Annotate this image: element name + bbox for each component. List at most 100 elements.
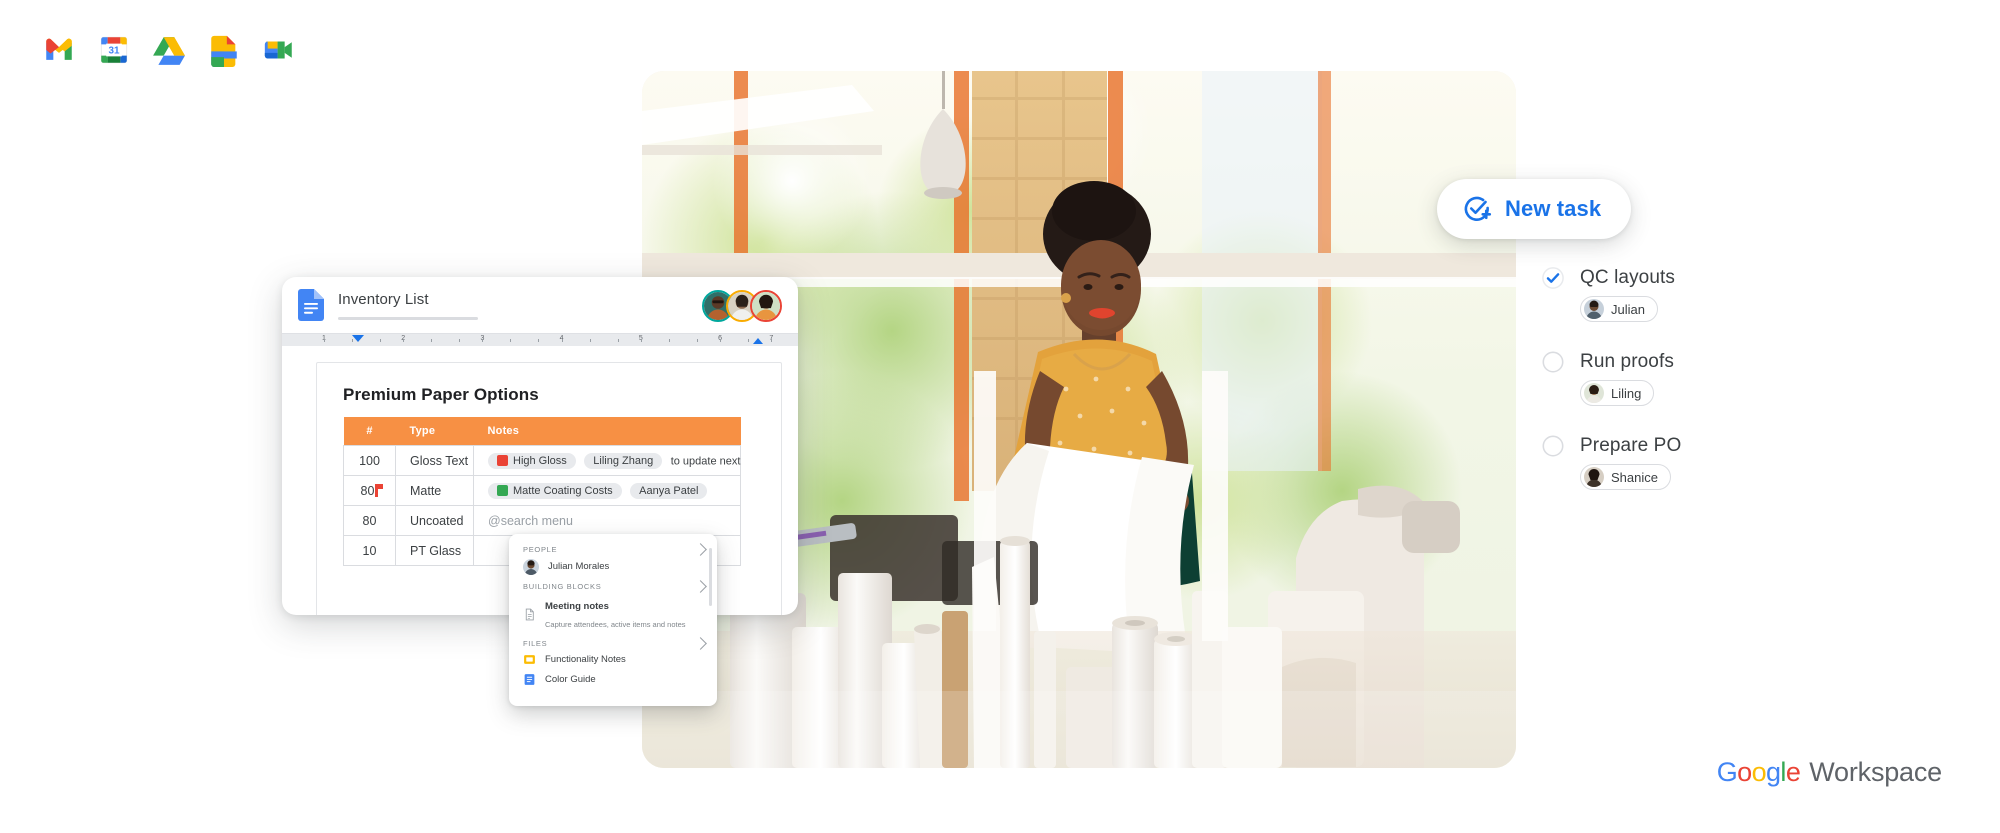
menu-item-file-color-guide[interactable]: Color Guide: [509, 670, 717, 690]
task-row[interactable]: Prepare PO: [1542, 435, 1872, 457]
menu-item-label: Functionality Notes: [545, 653, 626, 665]
logo-letter-o1: o: [1737, 757, 1752, 787]
google-docs-file-icon: [298, 289, 324, 321]
task-title: Prepare PO: [1580, 435, 1682, 456]
google-drive-icon[interactable]: [152, 33, 186, 67]
at-mention-menu[interactable]: PEOPLE Julian Morales BUILDING BLOCKS Me…: [509, 534, 717, 706]
first-line-indent-marker[interactable]: [351, 335, 364, 342]
menu-section-building-blocks[interactable]: BUILDING BLOCKS: [509, 579, 717, 593]
cell-type[interactable]: Gloss Text: [395, 445, 474, 476]
cell-num[interactable]: 100: [343, 445, 396, 476]
avatar-photo: [1584, 299, 1604, 319]
workspace-wordmark: Workspace: [1809, 757, 1942, 787]
smart-chip-person[interactable]: Liling Zhang: [584, 452, 663, 469]
cell-num[interactable]: 80: [343, 475, 396, 506]
cell-notes[interactable]: @search menu: [473, 505, 741, 536]
cell-type[interactable]: Uncoated: [395, 505, 474, 536]
section-label: PEOPLE: [523, 545, 558, 554]
smart-chip-file[interactable]: High Gloss: [488, 452, 576, 469]
table-row[interactable]: 80 Matte Matte Coating Costs Aanya Patel: [343, 475, 741, 506]
chevron-right-icon[interactable]: [694, 637, 707, 650]
cell-num[interactable]: 80: [343, 505, 396, 536]
task-list[interactable]: QC layouts Julian Run proofs Liling Prep…: [1542, 267, 1872, 519]
logo-letter-o2: o: [1751, 757, 1767, 787]
task-title: QC layouts: [1580, 267, 1675, 288]
assignee-name: Julian: [1611, 301, 1645, 317]
new-task-button[interactable]: New task: [1437, 179, 1632, 239]
logo-letter-g2: g: [1765, 757, 1781, 787]
assignee-name: Shanice: [1611, 469, 1658, 485]
google-slides-icon[interactable]: [207, 33, 241, 67]
assignee-name: Liling: [1611, 385, 1642, 401]
chip-label: Matte Coating Costs: [513, 484, 613, 497]
menu-section-files[interactable]: FILES: [509, 636, 717, 650]
gmail-icon[interactable]: [42, 33, 76, 67]
menu-item-file-functionality-notes[interactable]: Functionality Notes: [509, 650, 717, 670]
cell-num[interactable]: 10: [343, 535, 396, 566]
cell-notes[interactable]: High Gloss Liling Zhang to update next: [473, 445, 741, 476]
cell-num-value: 80: [360, 483, 375, 498]
collaborator-cursor-flag: [375, 483, 384, 497]
task-row[interactable]: QC layouts: [1542, 267, 1872, 289]
chip-label: High Gloss: [513, 454, 567, 467]
menu-section-people[interactable]: PEOPLE: [509, 542, 717, 556]
task-item-qc-layouts[interactable]: QC layouts Julian: [1542, 267, 1872, 324]
task-row[interactable]: Run proofs: [1542, 351, 1872, 373]
task-assignee-chip[interactable]: Shanice: [1580, 464, 1671, 490]
logo-letter-g1: G: [1716, 757, 1738, 787]
docs-file-icon: [524, 674, 535, 685]
google-wordmark: Google: [1717, 757, 1801, 788]
table-row[interactable]: 100 Gloss Text High Gloss Liling Zhang t…: [343, 445, 741, 476]
menu-item-person[interactable]: Julian Morales: [509, 556, 717, 579]
screenshot-canvas: 31 Inventory List Premium Paper Options …: [0, 0, 2000, 833]
avatar-photo: [1584, 383, 1604, 403]
task-assignee-chip[interactable]: Liling: [1580, 380, 1655, 406]
docs-menubar-placeholder: [338, 316, 478, 320]
collaborator-avatars[interactable]: [702, 290, 782, 322]
col-header-notes: Notes: [473, 417, 741, 446]
right-indent-marker[interactable]: [752, 338, 763, 344]
svg-text:31: 31: [108, 46, 120, 57]
chip-label: Liling Zhang: [593, 454, 654, 467]
google-calendar-icon[interactable]: 31: [97, 33, 131, 67]
menu-item-meeting-notes[interactable]: Meeting notes Capture attendees, active …: [509, 593, 717, 636]
add-task-icon: [1464, 196, 1492, 221]
smart-chip-person[interactable]: Aanya Patel: [630, 482, 708, 499]
slides-file-icon: [524, 655, 535, 664]
document-outline-icon: [525, 608, 534, 620]
checkbox-unchecked-icon[interactable]: [1542, 351, 1564, 373]
smart-chip-file[interactable]: Matte Coating Costs: [488, 482, 622, 499]
document-heading: Premium Paper Options: [343, 385, 539, 404]
checkbox-checked-icon[interactable]: [1542, 267, 1564, 289]
assignee-avatar: [1584, 383, 1604, 403]
checkbox-unchecked-icon[interactable]: [1542, 435, 1564, 457]
cell-notes[interactable]: Matte Coating Costs Aanya Patel: [473, 475, 741, 506]
section-label: BUILDING BLOCKS: [523, 582, 602, 591]
section-label: FILES: [523, 639, 548, 648]
cell-type[interactable]: PT Glass: [395, 535, 474, 566]
ruler-ticks: 1 2 3 4 5 6 7: [310, 334, 776, 347]
chevron-right-icon[interactable]: [694, 580, 707, 593]
chevron-right-icon[interactable]: [694, 543, 707, 556]
cell-type[interactable]: Matte: [395, 475, 474, 506]
col-header-type: Type: [395, 417, 474, 446]
cell-trailing-text: to update next: [670, 454, 741, 467]
avatar-photo: [523, 559, 539, 575]
menu-scrollbar[interactable]: [709, 548, 712, 606]
google-app-icon-strip: 31: [42, 33, 296, 67]
menu-item-label: Color Guide: [545, 673, 596, 685]
task-title: Run proofs: [1580, 351, 1674, 372]
chip-label: Aanya Patel: [639, 484, 699, 497]
table-row[interactable]: 80 Uncoated @search menu: [343, 505, 741, 536]
task-assignee-chip[interactable]: Julian: [1580, 296, 1658, 322]
sheets-file-icon: [497, 485, 508, 496]
task-item-run-proofs[interactable]: Run proofs Liling: [1542, 351, 1872, 408]
menu-item-description: Capture attendees, active items and note…: [545, 620, 686, 629]
task-item-prepare-po[interactable]: Prepare PO Shanice: [1542, 435, 1872, 492]
person-avatar: [523, 559, 539, 575]
avatar-collaborator-3[interactable]: [750, 290, 782, 322]
document-title[interactable]: Inventory List: [338, 291, 478, 308]
docs-ruler[interactable]: 1 2 3 4 5 6 7: [282, 333, 798, 346]
new-task-label: New task: [1505, 196, 1602, 221]
google-meet-icon[interactable]: [262, 33, 296, 67]
